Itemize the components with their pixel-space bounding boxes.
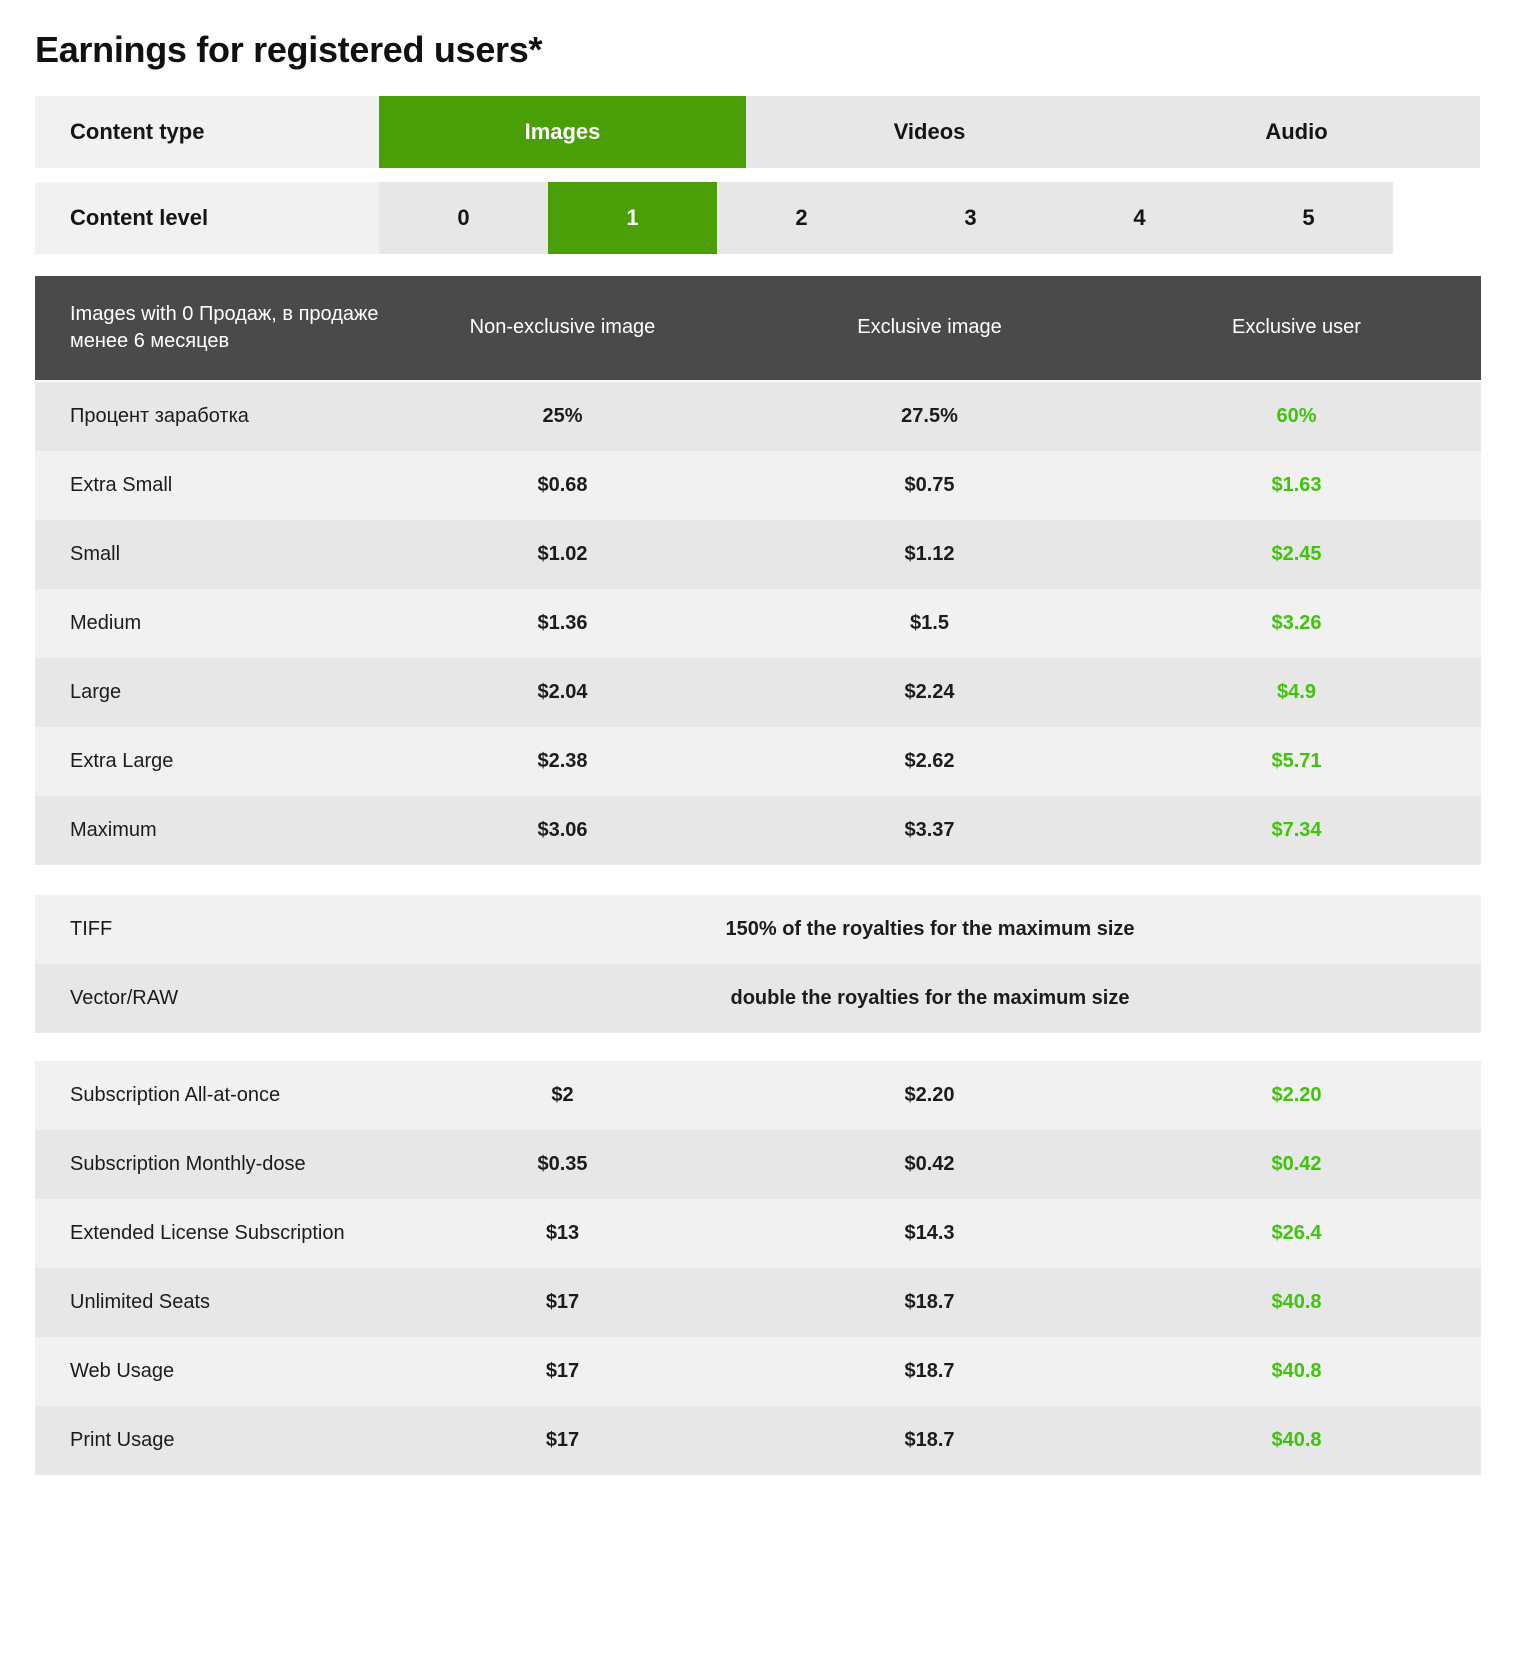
row-label: Small: [70, 542, 121, 565]
section-divider: [35, 864, 1481, 895]
row-value-exclusive-user: $40.8: [1271, 1290, 1322, 1313]
table-row: Unlimited Seats $17 $18.7 $40.8: [35, 1267, 1481, 1337]
row-label: Процент заработка: [70, 404, 249, 427]
row-value-exclusive-user: $7.34: [1271, 818, 1322, 841]
row-value-exclusive-user: $26.4: [1271, 1221, 1322, 1244]
table-row: Extra Large $2.38 $2.62 $5.71: [35, 726, 1481, 796]
row-value-exclusive-image: 27.5%: [901, 404, 958, 427]
content-level-label: Content level: [35, 181, 379, 254]
table-row: Процент заработка 25% 27.5% 60%: [35, 381, 1481, 451]
row-label: Large: [70, 680, 122, 703]
row-value-exclusive-image: $0.42: [904, 1152, 955, 1175]
table-row: Large $2.04 $2.24 $4.9: [35, 657, 1481, 727]
row-value-exclusive-image: $0.75: [904, 473, 955, 496]
row-value-exclusive-image: $1.12: [904, 542, 955, 565]
row-value-exclusive-image: $18.7: [904, 1290, 955, 1313]
table-row: Medium $1.36 $1.5 $3.26: [35, 588, 1481, 658]
row-value-exclusive-image: $1.5: [910, 611, 949, 634]
row-value-exclusive-user: $0.42: [1271, 1152, 1322, 1175]
row-value-exclusive-user: 60%: [1276, 404, 1317, 427]
content-level-option-4[interactable]: 4: [1055, 181, 1224, 254]
row-value-non-exclusive: $17: [545, 1428, 580, 1451]
row-label: Subscription Monthly-dose: [70, 1152, 306, 1175]
row-value-exclusive-image: $2.24: [904, 680, 955, 703]
note-row-tiff: TIFF 150% of the royalties for the maxim…: [35, 894, 1481, 964]
note-label: TIFF: [70, 917, 113, 940]
row-label: Extra Small: [70, 473, 173, 496]
row-value-exclusive-image: $18.7: [904, 1428, 955, 1451]
table-header-row: Images with 0 Продаж, в продаже менее 6 …: [35, 275, 1481, 380]
content-type-selector[interactable]: Content type Images Videos Audio: [35, 95, 1481, 168]
row-value-non-exclusive: $0.35: [537, 1152, 588, 1175]
row-value-non-exclusive: $2.38: [537, 749, 588, 772]
row-value-exclusive-user: $2.45: [1271, 542, 1322, 565]
row-label: Subscription All-at-once: [70, 1083, 281, 1106]
row-label: Print Usage: [70, 1428, 175, 1451]
note-text: double the royalties for the maximum siz…: [730, 986, 1130, 1009]
row-value-exclusive-image: $2.62: [904, 749, 955, 772]
table-row: Web Usage $17 $18.7 $40.8: [35, 1336, 1481, 1406]
row-value-non-exclusive: $17: [545, 1359, 580, 1382]
content-level-option-2[interactable]: 2: [717, 181, 886, 254]
row-value-exclusive-user: $2.20: [1271, 1083, 1322, 1106]
row-label: Unlimited Seats: [70, 1290, 211, 1313]
content-type-option-audio[interactable]: Audio: [1113, 95, 1480, 168]
row-value-exclusive-image: $2.20: [904, 1083, 955, 1106]
column-header-exclusive-user: Exclusive user: [1232, 316, 1361, 339]
content-level-option-1[interactable]: 1: [548, 181, 717, 254]
content-level-option-3[interactable]: 3: [886, 181, 1055, 254]
row-label: Extra Large: [70, 749, 174, 772]
row-value-exclusive-image: $18.7: [904, 1359, 955, 1382]
earnings-page: Earnings for registered users* Content t…: [0, 0, 1520, 1676]
content-type-label: Content type: [35, 95, 379, 168]
row-value-exclusive-user: $4.9: [1277, 680, 1316, 703]
row-value-non-exclusive: $1.02: [537, 542, 588, 565]
row-value-non-exclusive: 25%: [542, 404, 583, 427]
column-header-non-exclusive-image: Non-exclusive image: [469, 316, 656, 339]
row-label: Medium: [70, 611, 142, 634]
section-divider: [35, 1032, 1481, 1061]
row-value-exclusive-image: $14.3: [904, 1221, 955, 1244]
row-value-non-exclusive: $0.68: [537, 473, 588, 496]
table-row: Extended License Subscription $13 $14.3 …: [35, 1198, 1481, 1268]
content-type-option-videos[interactable]: Videos: [746, 95, 1113, 168]
row-value-exclusive-user: $5.71: [1271, 749, 1322, 772]
column-header-exclusive-image: Exclusive image: [857, 316, 1002, 339]
note-row-vector-raw: Vector/RAW double the royalties for the …: [35, 963, 1481, 1033]
table-row: Small $1.02 $1.12 $2.45: [35, 519, 1481, 589]
row-value-non-exclusive: $2.04: [537, 680, 588, 703]
row-label: Maximum: [70, 818, 157, 841]
row-value-non-exclusive: $17: [545, 1290, 580, 1313]
table-row: Subscription Monthly-dose $0.35 $0.42 $0…: [35, 1129, 1481, 1199]
row-value-exclusive-user: $3.26: [1271, 611, 1322, 634]
table-row: Maximum $3.06 $3.37 $7.34: [35, 795, 1481, 865]
note-label: Vector/RAW: [70, 986, 179, 1009]
row-value-non-exclusive: $13: [545, 1221, 580, 1244]
row-label: Extended License Subscription: [70, 1221, 345, 1244]
row-value-non-exclusive: $2: [551, 1083, 574, 1106]
content-level-selector[interactable]: Content level 0 1 2 3 4 5: [35, 181, 1481, 254]
table-row: Subscription All-at-once $2 $2.20 $2.20: [35, 1060, 1481, 1130]
content-type-option-images[interactable]: Images: [379, 95, 746, 168]
row-value-non-exclusive: $1.36: [537, 611, 588, 634]
table-header-label: Images with 0 Продаж, в продаже менее 6 …: [70, 303, 379, 352]
content-level-option-5[interactable]: 5: [1224, 181, 1393, 254]
table-row: Print Usage $17 $18.7 $40.8: [35, 1405, 1481, 1475]
row-value-exclusive-user: $1.63: [1271, 473, 1322, 496]
content-level-option-0[interactable]: 0: [379, 181, 548, 254]
table-row: Extra Small $0.68 $0.75 $1.63: [35, 450, 1481, 520]
row-label: Web Usage: [70, 1359, 175, 1382]
row-value-exclusive-user: $40.8: [1271, 1428, 1322, 1451]
page-title: Earnings for registered users*: [35, 29, 543, 70]
row-value-exclusive-image: $3.37: [904, 818, 955, 841]
note-text: 150% of the royalties for the maximum si…: [725, 917, 1135, 940]
row-value-non-exclusive: $3.06: [537, 818, 588, 841]
row-value-exclusive-user: $40.8: [1271, 1359, 1322, 1382]
